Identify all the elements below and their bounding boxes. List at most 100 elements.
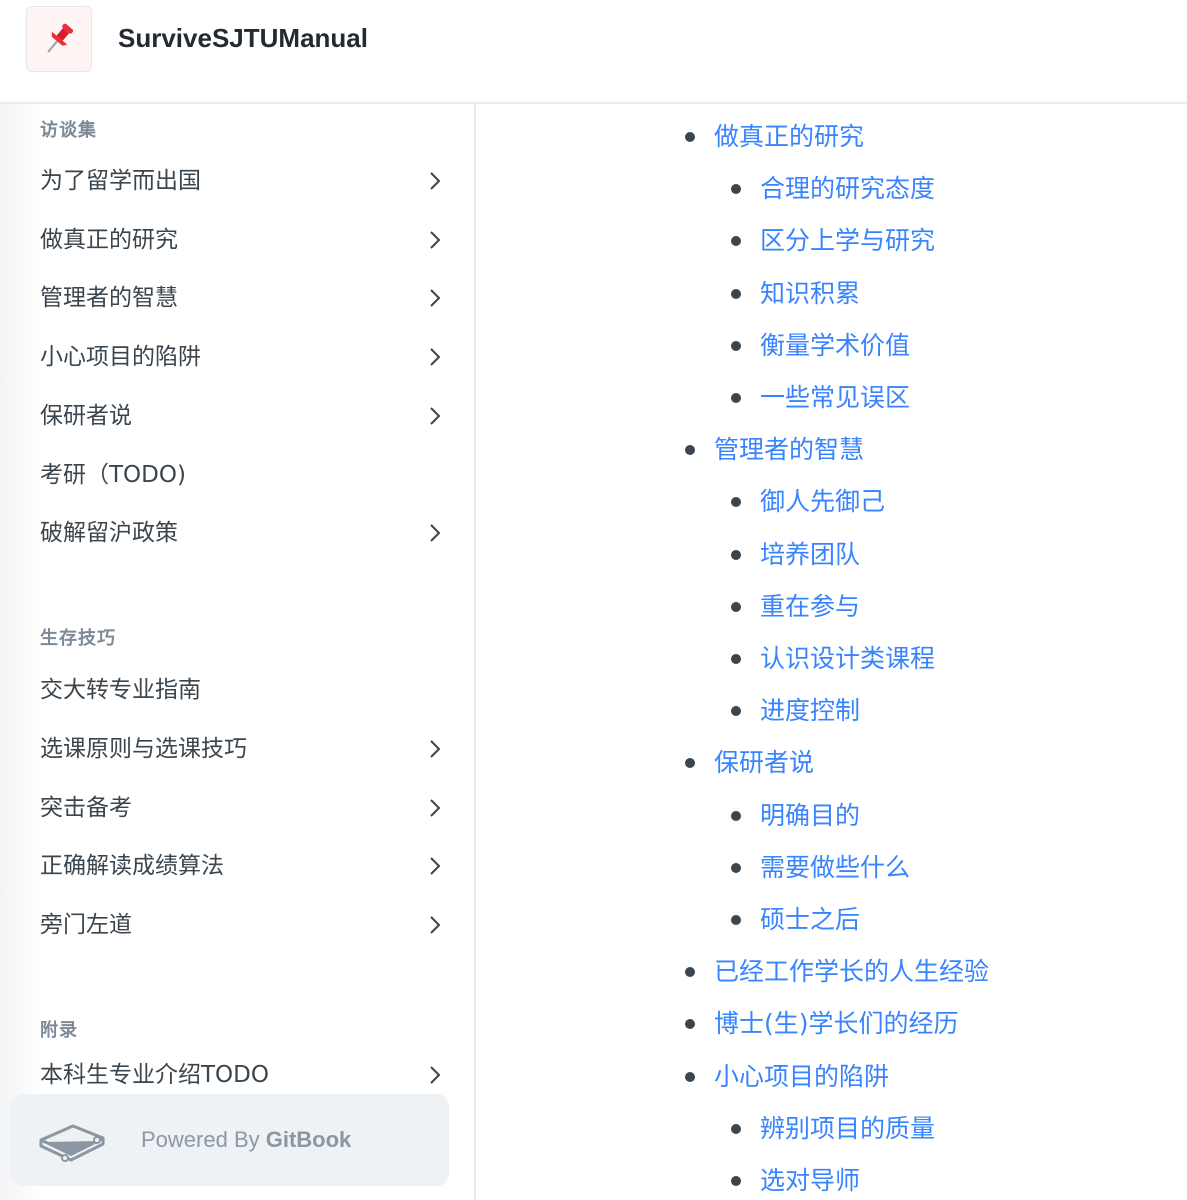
toc-link[interactable]: 一些常见误区 [760,382,910,414]
toc-link[interactable]: 进度控制 [760,695,860,727]
toc-item-level1[interactable]: 管理者的智慧 [685,434,864,466]
main-content: 做真正的研究合理的研究态度 区分上学与研究 知识积累衡量学术价值 一些常见误区管理者的… [478,104,1187,1200]
sidebar-item-label: 旁门左道 [40,912,132,938]
sidebar-item[interactable]: 突击备考 [40,786,450,830]
site-logo[interactable] [26,6,92,72]
sidebar-item-label: 突击备考 [40,795,132,821]
sidebar-item-label: 考研（TODO) [40,462,186,488]
bullet [731,706,741,717]
sidebar-item[interactable]: 本科生专业介绍TODO [40,1053,450,1097]
bullet [731,549,741,560]
toc-link[interactable]: 明确目的 [760,800,860,832]
sidebar-item-label: 管理者的智慧 [40,285,178,311]
toc-link[interactable]: 博士(生)学长们的经历 [714,1008,959,1040]
sidebar: 访谈集 为了留学而出国 做真正的研究 管理者的智慧 小心项目的陷阱 保研者说 考… [0,104,476,1200]
toc-item-level1[interactable]: 小心项目的陷阱 [685,1061,889,1093]
sidebar-item-label: 破解留沪政策 [40,520,178,546]
toc-link[interactable]: 御人先御己 [760,486,885,518]
chevron-right-icon[interactable] [424,855,446,877]
toc-item-level2[interactable]: 培养团队 [731,539,860,571]
bullet [731,654,741,664]
chevron-right-icon[interactable] [424,522,446,544]
toc-item-level2[interactable]: 明确目的 [731,800,860,832]
section-title: 访谈集 [40,120,97,141]
sidebar-item[interactable]: 考研（TODO) [40,453,450,497]
bullet [685,1071,695,1082]
chevron-right-icon[interactable] [424,170,446,192]
toc-link[interactable]: 已经工作学长的人生经验 [714,956,989,988]
toc-link[interactable]: 合理的研究态度 [760,173,935,205]
sidebar-item[interactable]: 小心项目的陷阱 [40,335,450,379]
sidebar-item[interactable]: 选课原则与选课技巧 [40,727,450,771]
bullet [731,810,741,821]
toc-item-level2[interactable]: 需要做些什么 [731,852,910,884]
toc-link[interactable]: 做真正的研究 [714,121,864,153]
sidebar-item[interactable]: 保研者说 [40,394,450,438]
bullet [731,236,741,247]
chevron-right-icon[interactable] [424,797,446,819]
chevron-right-icon[interactable] [424,1064,446,1086]
chevron-right-icon[interactable] [424,738,446,760]
toc-link[interactable]: 硕士之后 [760,904,860,936]
bullet [731,601,741,612]
bullet [685,1019,695,1030]
chevron-right-icon[interactable] [424,287,446,309]
bullet [731,288,741,299]
toc-link[interactable]: 区分上学与研究 [760,225,935,257]
sidebar-item[interactable]: 为了留学而出国 [40,159,450,203]
bullet [731,1123,741,1134]
toc-link[interactable]: 保研者说 [714,747,814,779]
toc-item-level2[interactable]: 辨别项目的质量 [731,1113,935,1145]
bullet [731,862,741,873]
toc-item-level2[interactable]: 选对导师 [731,1165,860,1197]
sidebar-item[interactable]: 交大转专业指南 [40,668,450,712]
toc-link[interactable]: 知识积累 [760,278,860,310]
sidebar-item-label: 做真正的研究 [40,227,178,253]
chevron-right-icon[interactable] [424,405,446,427]
toc-item-level2[interactable]: 衡量学术价值 [731,330,910,362]
toc-item-level1[interactable]: 已经工作学长的人生经验 [685,956,989,988]
toc-link[interactable]: 衡量学术价值 [760,330,910,362]
toc-link[interactable]: 认识设计类课程 [760,643,935,675]
toc-item-level2[interactable]: 合理的研究态度 [731,173,935,205]
toc-link[interactable]: 选对导师 [760,1165,860,1197]
bullet [731,393,741,403]
toc-link[interactable]: 小心项目的陷阱 [714,1061,889,1093]
toc-item-level2[interactable]: 认识设计类课程 [731,643,935,675]
sidebar-item[interactable]: 旁门左道 [40,903,450,947]
toc-item-level2[interactable]: 硕士之后 [731,904,860,936]
powered-by-gitbook[interactable]: Powered By GitBook [11,1094,449,1186]
bullet [685,758,695,769]
powered-by-text: Powered By GitBook [141,1127,352,1152]
toc-item-level2[interactable]: 一些常见误区 [731,382,910,414]
pushpin-icon [47,23,74,53]
toc-item-level2[interactable]: 御人先御己 [731,486,885,518]
chevron-right-icon[interactable] [424,914,446,936]
sidebar-item-label: 正确解读成绩算法 [40,853,224,879]
toc-link[interactable]: 重在参与 [760,591,860,623]
toc-item-level1[interactable]: 保研者说 [685,747,814,779]
bullet [685,132,695,142]
toc-item-level1[interactable]: 做真正的研究 [685,121,864,153]
bullet [685,967,695,978]
toc-link[interactable]: 需要做些什么 [760,852,910,884]
sidebar-item[interactable]: 做真正的研究 [40,218,450,262]
bullet [731,915,741,925]
toc-item-level2[interactable]: 区分上学与研究 [731,225,935,257]
toc-item-level2[interactable]: 进度控制 [731,695,860,727]
sidebar-item-label: 小心项目的陷阱 [40,344,201,370]
toc-link[interactable]: 辨别项目的质量 [760,1113,935,1145]
toc-item-level2[interactable]: 知识积累 [731,278,860,310]
site-title[interactable]: SurviveSJTUManual [118,22,368,54]
chevron-right-icon[interactable] [424,346,446,368]
toc-link[interactable]: 管理者的智慧 [714,434,864,466]
sidebar-item[interactable]: 管理者的智慧 [40,276,450,320]
toc-link[interactable]: 培养团队 [760,539,860,571]
sidebar-item[interactable]: 正确解读成绩算法 [40,844,450,888]
section-title: 附录 [40,1020,78,1041]
sidebar-item[interactable]: 破解留沪政策 [40,511,450,555]
toc-item-level2[interactable]: 重在参与 [731,591,860,623]
toc-item-level1[interactable]: 博士(生)学长们的经历 [685,1008,959,1040]
sidebar-item-label: 本科生专业介绍TODO [40,1062,269,1088]
chevron-right-icon[interactable] [424,229,446,251]
